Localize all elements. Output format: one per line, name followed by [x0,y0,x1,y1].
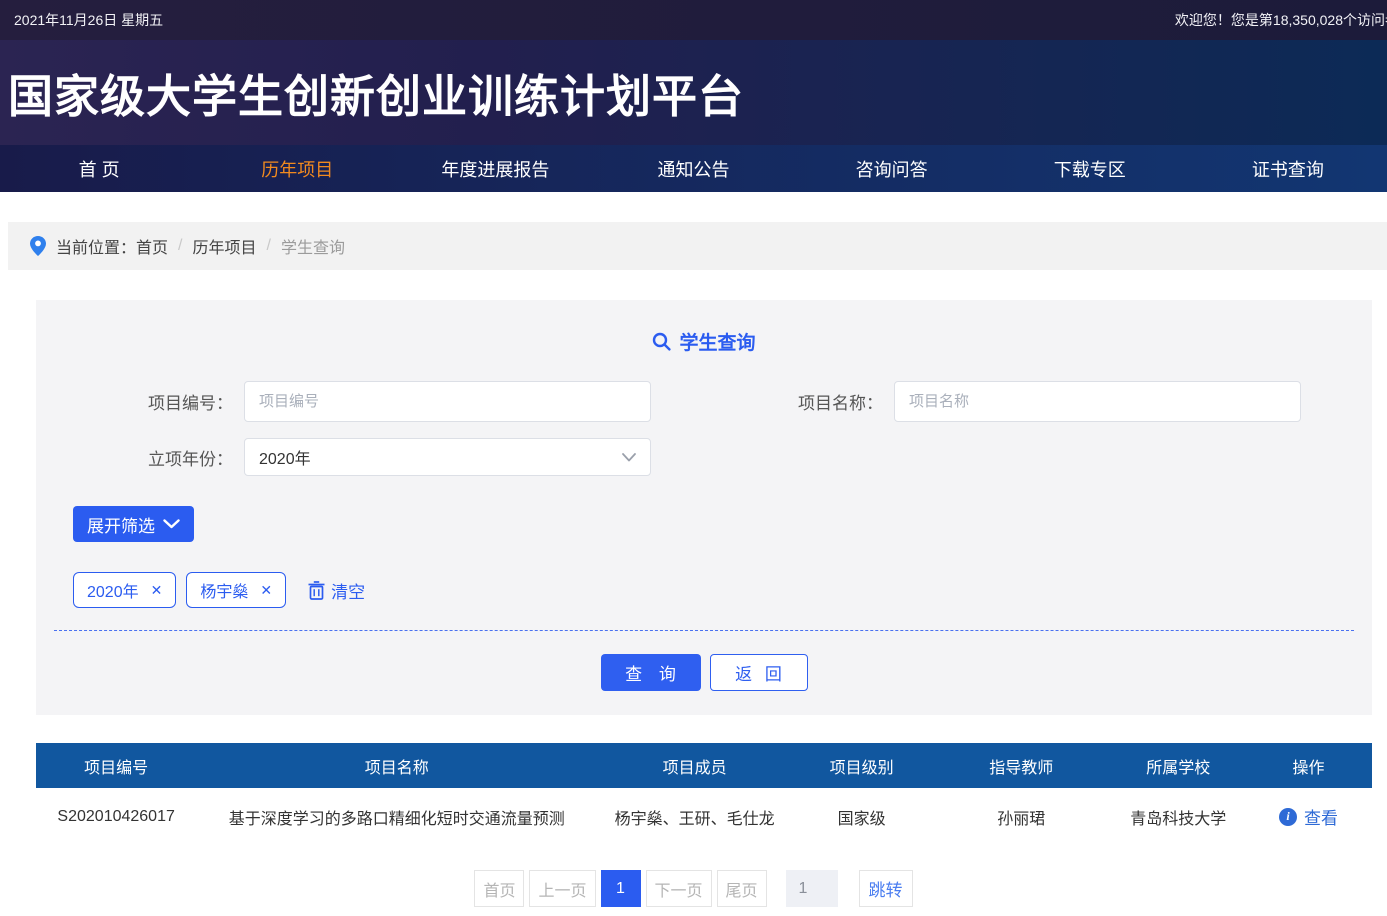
project-code-input[interactable] [244,381,651,422]
breadcrumb: 当前位置： 首页 / 历年项目 / 学生查询 [8,222,1387,270]
col-header-action: 操作 [1245,754,1372,778]
col-header-project-name: 项目名称 [196,754,597,778]
field-project-name: 项目名称： [704,381,1354,422]
query-button[interactable]: 查 询 [601,654,701,691]
page-last-button[interactable]: 尾页 [717,870,767,907]
nav-item-notices[interactable]: 通知公告 [594,145,792,192]
page-first-button[interactable]: 首页 [474,870,524,907]
expand-filters-label: 展开筛选 [87,512,155,537]
table-row: S202010426017 基于深度学习的多路口精细化短时交通流量预测 杨宇燊、… [36,788,1372,845]
breadcrumb-prefix: 当前位置： [56,234,136,258]
breadcrumb-separator: / [178,237,182,255]
panel-title-text: 学生查询 [679,328,755,355]
search-panel: 学生查询 项目编号： 项目名称： 立项年份： 2020年 展开筛选 [36,300,1372,715]
breadcrumb-section[interactable]: 历年项目 [192,234,256,258]
page-jump-button[interactable]: 跳转 [859,870,913,907]
chevron-down-icon [163,519,180,529]
table-header-row: 项目编号 项目名称 项目成员 项目级别 指导教师 所属学校 操作 [36,743,1372,788]
nav-item-downloads[interactable]: 下载专区 [991,145,1189,192]
panel-title: 学生查询 [54,328,1354,355]
filter-tag-student[interactable]: 杨宇燊 ✕ [186,572,286,608]
results-table: 项目编号 项目名称 项目成员 项目级别 指导教师 所属学校 操作 S202010… [36,743,1372,845]
cell-project-code: S202010426017 [36,808,196,826]
info-icon: i [1279,808,1297,826]
site-title: 国家级大学生创新创业训练计划平台 [0,60,744,125]
cell-school: 青岛科技大学 [1111,805,1245,829]
tag-close-icon[interactable]: ✕ [151,582,163,599]
search-icon [652,332,671,351]
page-prev-button[interactable]: 上一页 [529,870,595,907]
filter-tag-row: 2020年 ✕ 杨宇燊 ✕ 清空 [73,572,1354,608]
trash-icon [308,581,325,600]
chevron-down-icon [622,453,636,462]
field-project-code: 项目编号： [54,381,704,422]
col-header-school: 所属学校 [1111,754,1245,778]
expand-filters-button[interactable]: 展开筛选 [73,506,194,542]
filter-tag-label: 2020年 [87,578,139,602]
nav-item-qa[interactable]: 咨询问答 [793,145,991,192]
breadcrumb-separator: / [267,237,271,255]
nav-item-certificate[interactable]: 证书查询 [1189,145,1387,192]
col-header-teacher: 指导教师 [931,754,1111,778]
nav-item-home[interactable]: 首 页 [0,145,198,192]
page-next-button[interactable]: 下一页 [646,870,712,907]
view-link-label: 查看 [1304,804,1338,829]
site-banner: 国家级大学生创新创业训练计划平台 [0,40,1387,145]
col-header-level: 项目级别 [792,754,931,778]
breadcrumb-home[interactable]: 首页 [136,234,168,258]
year-label: 立项年份： [148,445,244,470]
main-nav: 首 页 历年项目 年度进展报告 通知公告 咨询问答 下载专区 证书查询 [0,145,1387,192]
col-header-project-code: 项目编号 [36,754,196,778]
cell-members: 杨宇燊、王研、毛仕龙 [597,805,792,829]
cell-project-name: 基于深度学习的多路口精细化短时交通流量预测 [196,805,597,829]
filter-tag-label: 杨宇燊 [200,578,248,602]
breadcrumb-current: 学生查询 [281,234,345,258]
filter-tag-year[interactable]: 2020年 ✕ [73,572,176,608]
project-name-input[interactable] [894,381,1301,422]
dashed-divider [54,630,1354,631]
clear-filters-button[interactable]: 清空 [308,578,365,603]
project-name-label: 项目名称： [798,389,894,414]
action-buttons: 查 询 返 回 [54,654,1354,691]
tag-close-icon[interactable]: ✕ [260,582,272,599]
topbar-date: 2021年11月26日 星期五 [14,10,163,30]
location-pin-icon [30,236,46,256]
topbar: 2021年11月26日 星期五 欢迎您！您是第18,350,028个访问者 [0,0,1387,40]
search-form: 项目编号： 项目名称： 立项年份： 2020年 [54,381,1354,492]
nav-item-past-projects[interactable]: 历年项目 [198,145,396,192]
year-select-value: 2020年 [259,445,311,469]
page-jump-input[interactable] [786,870,838,907]
clear-filters-label: 清空 [331,578,365,603]
back-button[interactable]: 返 回 [710,654,808,691]
view-link[interactable]: i 查看 [1279,804,1338,829]
field-year: 立项年份： 2020年 [54,438,704,476]
cell-teacher: 孙丽珺 [931,805,1111,829]
nav-item-annual-report[interactable]: 年度进展报告 [396,145,594,192]
project-code-label: 项目编号： [148,389,244,414]
pagination: 首页 上一页 1 下一页 尾页 跳转 [0,870,1387,907]
topbar-welcome: 欢迎您！您是第18,350,028个访问者 [1175,10,1387,30]
year-select[interactable]: 2020年 [244,438,651,476]
col-header-members: 项目成员 [597,754,792,778]
cell-action: i 查看 [1245,804,1372,829]
cell-level: 国家级 [792,805,931,829]
page-number-current[interactable]: 1 [601,870,641,907]
